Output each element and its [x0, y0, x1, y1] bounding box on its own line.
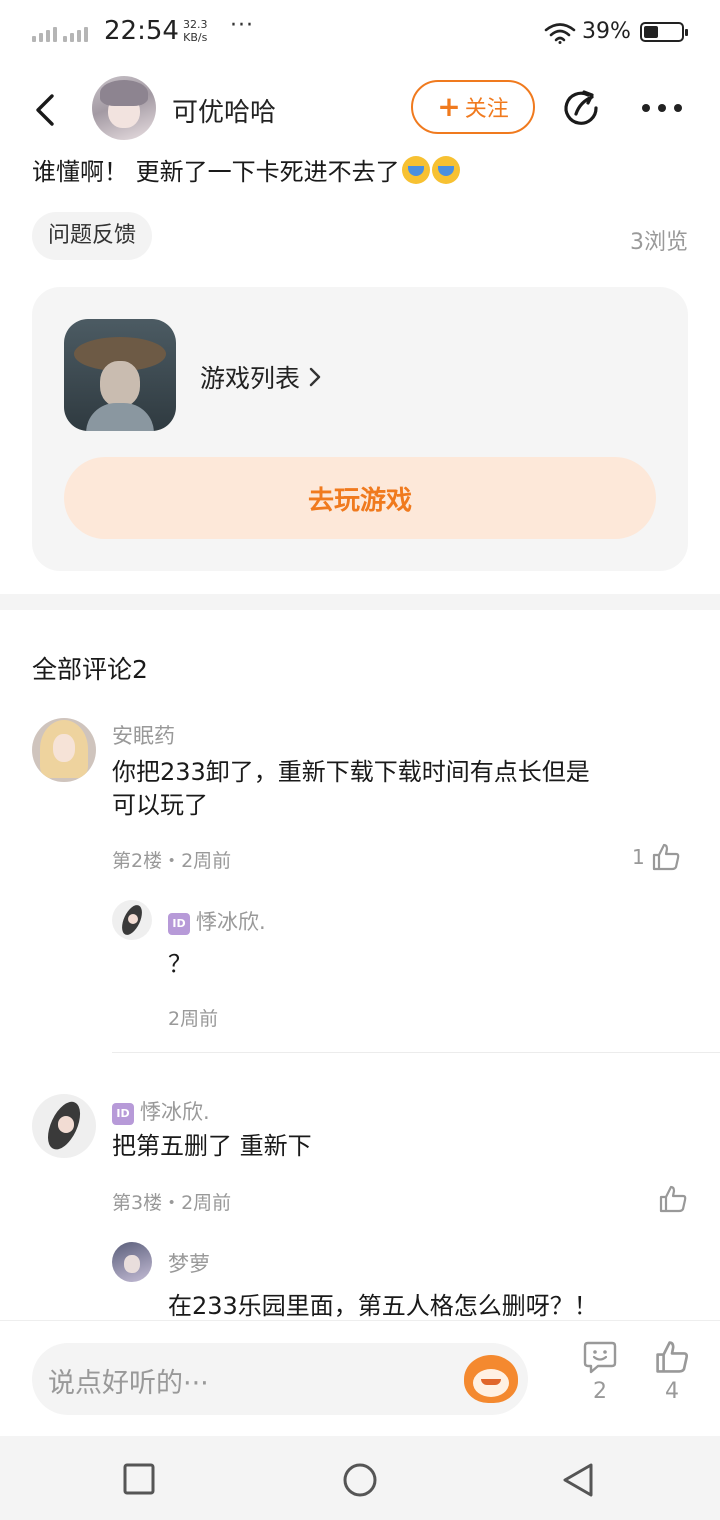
comment-input-placeholder: 说点好听的···	[48, 1368, 209, 1399]
like-count: 4	[665, 1379, 679, 1404]
status-bar: 22:54 32.3 KB/s ··· 39%	[0, 0, 720, 66]
comment-divider	[112, 1052, 720, 1053]
reply-meta: 2周前	[168, 1008, 219, 1030]
commenter-avatar[interactable]	[32, 1094, 96, 1158]
recent-apps-button[interactable]	[122, 1462, 156, 1496]
battery-level-fill	[644, 26, 658, 38]
network-speed: 32.3 KB/s	[183, 18, 208, 44]
thumbs-up-icon	[659, 1185, 687, 1213]
reply-avatar[interactable]	[112, 900, 152, 940]
comment-text[interactable]: 把第五删了 重新下	[112, 1130, 312, 1163]
commenter-name[interactable]: ID 悸冰欣.	[112, 1096, 210, 1126]
more-options-button[interactable]	[642, 104, 682, 112]
reply-name[interactable]: ID 悸冰欣.	[168, 906, 266, 936]
game-icon[interactable]	[64, 319, 176, 431]
commenter-name[interactable]: 安眠药	[112, 720, 175, 750]
comments-header: 全部评论2	[32, 655, 148, 684]
comment-text-line: 你把233卸了，重新下载下载时间有点长但是	[112, 758, 590, 786]
back-nav-button[interactable]	[560, 1462, 594, 1497]
battery-percentage: 39%	[582, 19, 631, 44]
follow-label: 关注	[464, 97, 509, 122]
home-button[interactable]	[342, 1462, 377, 1497]
battery-icon	[640, 22, 688, 42]
topic-tag[interactable]: 问题反馈	[32, 212, 153, 260]
view-count: 3浏览	[630, 230, 688, 255]
commenter-avatar[interactable]	[32, 718, 96, 782]
comment-input[interactable]: 说点好听的···	[32, 1343, 528, 1415]
comment-meta: 第2楼・2周前	[112, 850, 232, 872]
chevron-right-icon	[309, 367, 321, 387]
more-dot-icon	[674, 104, 682, 112]
comment-like-button[interactable]	[652, 1184, 688, 1214]
comment-text-line: 可以玩了	[112, 791, 208, 819]
game-list-label: 游戏列表	[200, 364, 301, 393]
network-speed-value: 32.3	[183, 18, 208, 31]
crying-emoji-icon	[431, 156, 460, 184]
back-button[interactable]	[28, 90, 64, 130]
commenter-name-text: 悸冰欣.	[140, 1100, 210, 1124]
game-card: 游戏列表 去玩游戏	[32, 287, 688, 571]
id-badge-icon: ID	[168, 913, 190, 935]
share-icon	[564, 90, 598, 125]
more-dot-icon	[658, 104, 666, 112]
post-text-content: 谁懂啊！ 更新了一下卡死进不去了	[32, 158, 400, 186]
back-arrow-icon	[36, 94, 54, 126]
game-list-link[interactable]: 游戏列表	[200, 359, 322, 395]
status-time: 22:54	[104, 16, 179, 46]
comment-text[interactable]: 你把233卸了，重新下载下载时间有点长但是 可以玩了	[112, 756, 590, 822]
notification-dots: ···	[230, 13, 254, 38]
section-divider	[0, 594, 720, 610]
triangle-back-icon	[563, 1463, 593, 1497]
comment-like-button[interactable]: 1	[632, 842, 681, 872]
comment-count: 2	[593, 1379, 607, 1404]
play-game-button[interactable]: 去玩游戏	[64, 457, 656, 539]
reply-name[interactable]: 梦萝	[168, 1248, 210, 1278]
follow-button[interactable]: + 关注	[411, 80, 535, 134]
comment-like-count: 1	[632, 845, 645, 869]
author-avatar[interactable]	[92, 76, 156, 140]
comment-bubble-icon	[583, 1341, 617, 1374]
like-count-button[interactable]: 4	[644, 1339, 700, 1404]
thumbs-up-icon	[656, 1341, 689, 1373]
reply-avatar[interactable]	[112, 1242, 152, 1282]
share-button[interactable]	[562, 88, 604, 130]
post-text: 谁懂啊！ 更新了一下卡死进不去了	[32, 152, 460, 186]
post-header: 可优哈哈 + 关注	[0, 66, 720, 150]
reply-name-text: 悸冰欣.	[196, 910, 266, 934]
wifi-icon	[544, 22, 576, 48]
comment-meta: 第3楼・2周前	[112, 1192, 232, 1214]
comment-count-button[interactable]: 2	[572, 1339, 628, 1404]
plus-icon: +	[437, 90, 461, 123]
system-nav-bar	[0, 1436, 720, 1520]
circle-icon	[343, 1463, 377, 1497]
id-badge-icon: ID	[112, 1103, 134, 1125]
signal-icon	[32, 24, 88, 42]
thumbs-up-icon	[652, 843, 680, 871]
crying-emoji-icon	[401, 156, 430, 184]
mascot-emoji-icon[interactable]	[464, 1355, 518, 1403]
square-icon	[123, 1463, 155, 1495]
author-name[interactable]: 可优哈哈	[172, 92, 276, 129]
more-dot-icon	[642, 104, 650, 112]
reply-text[interactable]: ？	[168, 948, 192, 981]
reply-text[interactable]: 在233乐园里面，第五人格怎么删呀？！	[168, 1290, 598, 1323]
network-speed-unit: KB/s	[183, 31, 208, 44]
comment-input-bar: 说点好听的··· 2 4	[0, 1320, 720, 1436]
